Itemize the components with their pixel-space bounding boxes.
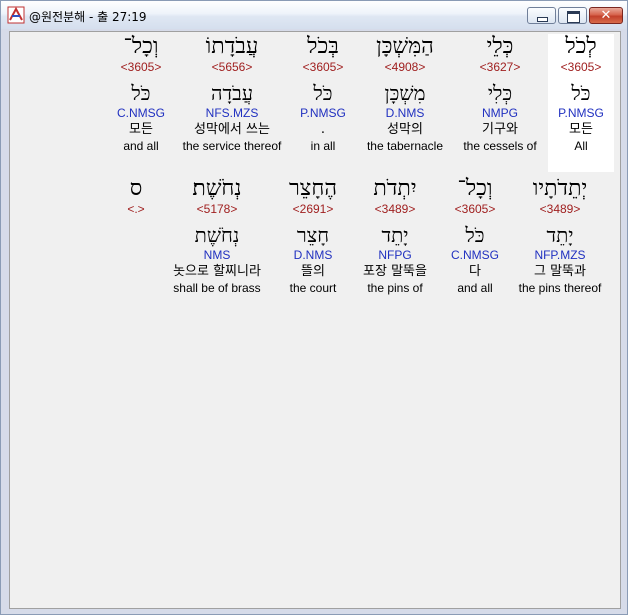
word-cell[interactable]: נְחֹשֶׁת׃ <5178> נְחֹשֶׁת NMS 놋으로 할찌니라 s… [160, 176, 274, 296]
korean-gloss: 뜰의 [301, 264, 325, 279]
app-window: @원전분해 - 출 27:19 ✕ לְכֹל <3605> כֹּל P.NM… [0, 0, 628, 615]
hebrew-word: עֲבֹדָתוֹ [205, 34, 259, 59]
minimize-button[interactable] [527, 7, 556, 24]
english-gloss: the service thereof [182, 139, 282, 153]
hebrew-word: ס [129, 176, 143, 201]
morphology: C.NMSG [117, 106, 165, 120]
english-gloss: All [574, 139, 588, 153]
word-cell[interactable]: בְּכֹל <3605> כֹּל P.NMSG . in all [292, 34, 354, 154]
hebrew-word: הֶחָצֵר [288, 176, 337, 201]
strong-number[interactable]: <3605> [110, 60, 172, 74]
word-cell[interactable]: לְכֹל <3605> כֹּל P.NMSG 모든 All [548, 34, 614, 172]
hebrew-word: לְכֹל [565, 34, 597, 59]
close-button[interactable]: ✕ [589, 7, 623, 24]
korean-gloss: 포장 말뚝을 [363, 264, 427, 279]
morphology: C.NMSG [451, 248, 499, 262]
morphology: NMPG [482, 106, 518, 120]
minimize-icon [537, 17, 548, 22]
title-bar[interactable]: @원전분해 - 출 27:19 ✕ [1, 1, 627, 29]
word-cell[interactable]: יִתְדֹת <3489> יָתֵד NFPG 포장 말뚝을 the pin… [352, 176, 438, 296]
strong-number[interactable]: <3489> [352, 202, 438, 216]
english-gloss: in all [310, 139, 336, 153]
window-title: @원전분해 - 출 27:19 [29, 10, 147, 24]
strong-number[interactable]: <3605> [444, 202, 506, 216]
hebrew-lemma: עֲבֹדָה [210, 81, 254, 105]
morphology: NFS.MZS [205, 106, 259, 120]
hebrew-lemma: יָתֵד [381, 223, 409, 247]
morphology: D.NMS [385, 106, 425, 120]
strong-number[interactable]: <3605> [292, 60, 354, 74]
hebrew-lemma: חָצֵר [296, 223, 330, 247]
strong-number[interactable]: <3605> [548, 60, 614, 74]
morphology: NFP.MZS [534, 248, 586, 262]
korean-gloss: 성막에서 쓰는 [194, 122, 270, 137]
strong-number[interactable]: <3627> [456, 60, 544, 74]
word-cell[interactable]: עֲבֹדָתוֹ <5656> עֲבֹדָה NFS.MZS 성막에서 쓰는… [176, 34, 288, 154]
hebrew-word: כְּלֵי [486, 34, 514, 59]
strong-number[interactable]: <.> [116, 202, 156, 216]
korean-gloss: 놋으로 할찌니라 [173, 264, 261, 279]
morphology: NMS [203, 248, 231, 262]
morphology: P.NMSG [300, 106, 346, 120]
morphology: NFPG [378, 248, 412, 262]
hebrew-lemma: כֹּל [465, 223, 485, 247]
hebrew-word: בְּכֹל [307, 34, 339, 59]
word-cell[interactable]: הֶחָצֵר <2691> חָצֵר D.NMS 뜰의 the court [280, 176, 346, 296]
word-cell[interactable]: הַמִּשְׁכָּן <4908> מִשְׁכָּן D.NMS 성막의 … [360, 34, 450, 154]
strong-number[interactable]: <5656> [176, 60, 288, 74]
morphology: P.NMSG [558, 106, 604, 120]
hebrew-word: וְכָל־ [457, 176, 493, 201]
english-gloss: and all [457, 281, 493, 295]
hebrew-lemma: כְּלִי [487, 81, 513, 105]
korean-gloss: 그 말뚝과 [534, 264, 586, 279]
strong-number[interactable]: <3489> [512, 202, 608, 216]
word-cell[interactable]: וְכָל־ <3605> כֹּל C.NMSG 다 and all [444, 176, 506, 296]
strong-number[interactable]: <5178> [160, 202, 274, 216]
english-gloss: and all [123, 139, 159, 153]
english-gloss: the cessels of [463, 139, 537, 153]
morphology: D.NMS [293, 248, 333, 262]
korean-gloss: 다 [469, 264, 481, 279]
maximize-button[interactable] [558, 7, 587, 24]
english-gloss: the court [289, 281, 337, 295]
hebrew-lemma: כֹּל [571, 81, 591, 105]
word-cell[interactable]: וְכָל־ <3605> כֹּל C.NMSG 모든 and all [110, 34, 172, 154]
hebrew-word: נְחֹשֶׁת׃ [192, 176, 242, 201]
word-cell[interactable]: יְתֵדֹתָיו <3489> יָתֵד NFP.MZS 그 말뚝과 th… [512, 176, 608, 296]
hebrew-word: יְתֵדֹתָיו [532, 176, 588, 201]
strong-number[interactable]: <4908> [360, 60, 450, 74]
app-icon[interactable] [7, 6, 25, 24]
korean-gloss: 기구와 [482, 122, 518, 137]
hebrew-lemma: נְחֹשֶׁת [194, 223, 240, 247]
english-gloss: the tabernacle [366, 139, 444, 153]
korean-gloss: 성막의 [387, 122, 423, 137]
interlinear-panel[interactable]: לְכֹל <3605> כֹּל P.NMSG 모든 All כְּלֵי <… [9, 31, 621, 609]
english-gloss: the pins of [367, 281, 423, 295]
hebrew-lemma: מִשְׁכָּן [384, 81, 426, 105]
hebrew-word: יִתְדֹת [373, 176, 417, 201]
word-cell[interactable]: ס <.> [116, 176, 156, 216]
korean-gloss: 모든 [569, 122, 593, 137]
english-gloss: the pins thereof [518, 281, 602, 295]
maximize-icon [567, 11, 580, 23]
hebrew-lemma: כֹּל [313, 81, 333, 105]
korean-gloss: 모든 [129, 122, 153, 137]
hebrew-word: הַמִּשְׁכָּן [376, 34, 434, 59]
hebrew-word: וְכָל־ [123, 34, 159, 59]
strong-number[interactable]: <2691> [280, 202, 346, 216]
close-icon: ✕ [600, 8, 612, 23]
hebrew-lemma: כֹּל [131, 81, 151, 105]
hebrew-lemma: יָתֵד [546, 223, 574, 247]
korean-gloss: . [320, 122, 326, 137]
word-cell[interactable]: כְּלֵי <3627> כְּלִי NMPG 기구와 the cessel… [456, 34, 544, 154]
english-gloss: shall be of brass [173, 281, 261, 295]
